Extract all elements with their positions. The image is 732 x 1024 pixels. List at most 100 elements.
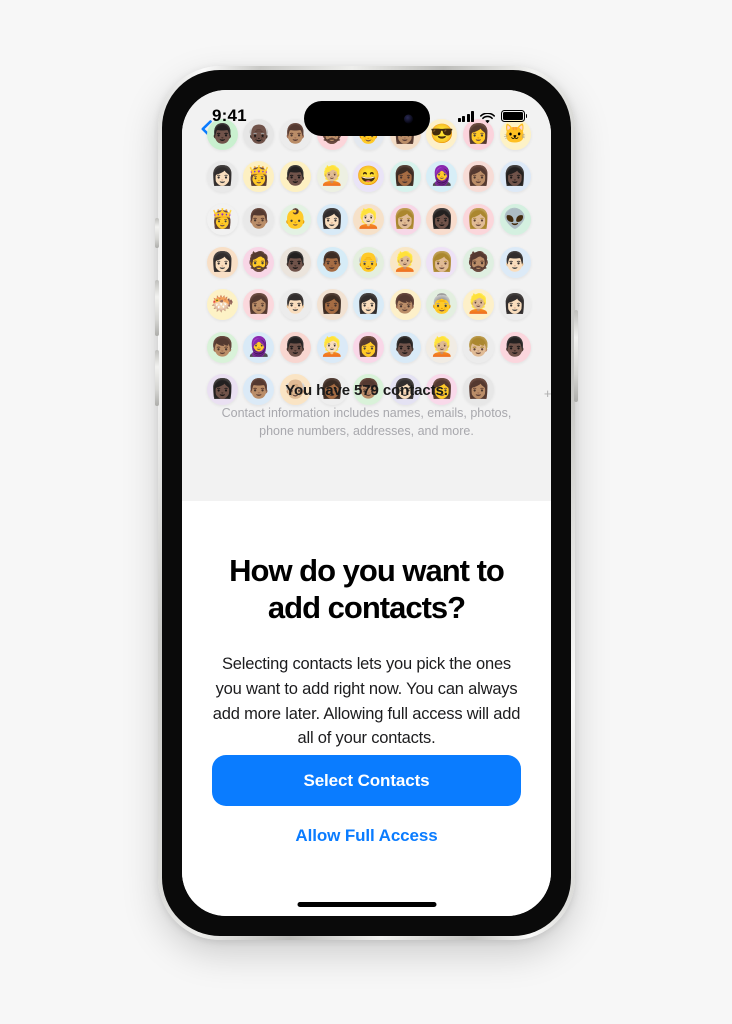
contact-avatar[interactable]: 👨🏿: [497, 329, 534, 366]
contact-avatar[interactable]: 👩🏿: [424, 201, 461, 238]
contact-avatar[interactable]: 👩🏾: [387, 159, 424, 196]
contact-avatar[interactable]: 👨🏾: [314, 244, 351, 281]
contact-avatar[interactable]: 👱🏼: [424, 329, 461, 366]
avatar: 👩🏾: [316, 289, 348, 321]
status-bar-time: 9:41: [212, 106, 247, 125]
avatar: 👦🏽: [389, 289, 421, 321]
cellular-bars-icon: [457, 111, 474, 122]
contact-avatar[interactable]: 👩🏿: [497, 159, 534, 196]
contact-avatar[interactable]: 🧕: [241, 329, 278, 366]
contact-avatar[interactable]: 👨🏽: [241, 201, 278, 238]
select-contacts-button[interactable]: Select Contacts: [212, 755, 521, 806]
contact-avatar[interactable]: 👨🏿: [277, 159, 314, 196]
avatar: 🧕: [426, 161, 458, 193]
contact-avatar[interactable]: 👩🏾: [314, 286, 351, 323]
avatar: 🧕: [243, 331, 275, 363]
iphone-device-frame: 9:41 👨🏿 👴🏿 👨🏽 😎 👩 🐱 👩🏻 👸 👨🏿 👱🏼 😄 👩🏾 🧕 👩🏽…: [155, 66, 578, 940]
contact-avatar[interactable]: 👱🏼: [314, 159, 351, 196]
contact-avatar[interactable]: 👱🏻: [314, 329, 351, 366]
contact-avatar[interactable]: 👨🏻: [497, 244, 534, 281]
contact-avatar[interactable]: 👱🏼: [460, 286, 497, 323]
contacts-info-subtitle: Contact information includes names, emai…: [221, 406, 512, 439]
contact-avatar[interactable]: 👩🏽: [241, 286, 278, 323]
contact-avatar[interactable]: 👩🏻: [350, 286, 387, 323]
contact-avatar[interactable]: 👽: [497, 201, 534, 238]
contact-avatar[interactable]: 👦🏼: [460, 329, 497, 366]
avatar: 👱🏻: [353, 203, 385, 235]
avatar: 👩🏽: [243, 289, 275, 321]
avatar: 👨🏾: [316, 246, 348, 278]
avatar: 👱🏼: [316, 161, 348, 193]
contact-avatar[interactable]: 👩🏻: [204, 159, 241, 196]
avatar: 👩: [353, 331, 385, 363]
contact-avatar[interactable]: 🧔: [241, 244, 278, 281]
contact-avatar[interactable]: 👱🏻: [350, 201, 387, 238]
avatar: 👱🏼: [426, 331, 458, 363]
avatar: 😄: [353, 161, 385, 193]
wifi-icon: [480, 111, 495, 124]
avatar: 🐡: [206, 289, 238, 321]
contact-avatar[interactable]: 👴: [350, 244, 387, 281]
contact-avatar[interactable]: 😄: [350, 159, 387, 196]
contact-avatar[interactable]: 👩🏻: [314, 201, 351, 238]
avatar: 👩🏽: [462, 161, 494, 193]
avatar: 🧔🏽: [462, 246, 494, 278]
avatar: 👴: [353, 246, 385, 278]
volume-down-button[interactable]: [155, 350, 159, 406]
contact-avatar[interactable]: 👶: [277, 201, 314, 238]
contact-avatar[interactable]: 👱🏼: [387, 244, 424, 281]
avatar: 👨🏻: [499, 246, 531, 278]
status-bar: 9:41: [182, 90, 551, 144]
contact-avatar[interactable]: 👩🏼: [387, 201, 424, 238]
avatar: 👩🏻: [499, 289, 531, 321]
contacts-caption: You have 579 contacts. Contact informati…: [182, 382, 551, 440]
volume-up-button[interactable]: [155, 280, 159, 336]
contact-avatar[interactable]: 👩: [350, 329, 387, 366]
contact-avatar[interactable]: 👦🏽: [204, 329, 241, 366]
contact-avatar[interactable]: 👨🏿: [277, 244, 314, 281]
contact-avatar[interactable]: 👩🏽: [460, 159, 497, 196]
contact-avatar[interactable]: 👨🏿: [387, 329, 424, 366]
action-button[interactable]: [155, 218, 159, 248]
avatar: 👩🏼: [426, 246, 458, 278]
action-buttons: Select Contacts Allow Full Access: [182, 755, 551, 846]
contact-avatar[interactable]: 👩🏻: [497, 286, 534, 323]
avatar: 👸: [206, 203, 238, 235]
screenshot-root: 9:41 👨🏿 👴🏿 👨🏽 😎 👩 🐱 👩🏻 👸 👨🏿 👱🏼 😄 👩🏾 🧕 👩🏽…: [0, 0, 732, 1024]
avatar: 👩🏾: [389, 161, 421, 193]
contact-avatar[interactable]: 👵: [424, 286, 461, 323]
page-title: How do you want to add contacts?: [229, 553, 505, 625]
contact-avatar[interactable]: 👩🏻: [204, 244, 241, 281]
avatar: 👨🏿: [279, 246, 311, 278]
permission-content: How do you want to add contacts? Selecti…: [182, 501, 551, 916]
avatar: 👨🏿: [279, 161, 311, 193]
page-description: Selecting contacts lets you pick the one…: [212, 655, 521, 748]
avatar: 👱🏼: [462, 289, 494, 321]
contacts-avatar-grid-wrapper: 👨🏿👴🏿👨🏽🧔🏽👵👩🏽😎👩🐱👩🏻👸👨🏿👱🏼😄👩🏾🧕👩🏽👩🏿👸👨🏽👶👩🏻👱🏻👩🏼👩…: [204, 116, 551, 408]
front-camera-icon: [403, 114, 413, 123]
contact-avatar[interactable]: 👨🏻: [277, 286, 314, 323]
battery-full-icon: [501, 110, 528, 122]
contact-avatar[interactable]: 👸: [241, 159, 278, 196]
contact-avatar[interactable]: 🧔🏽: [460, 244, 497, 281]
allow-full-access-button[interactable]: Allow Full Access: [212, 826, 521, 846]
contact-avatar[interactable]: 🐡: [204, 286, 241, 323]
contact-avatar[interactable]: 👦🏽: [387, 286, 424, 323]
avatar: 👩🏻: [353, 289, 385, 321]
avatar: 👱🏼: [389, 246, 421, 278]
avatar: 👽: [499, 203, 531, 235]
avatar: 👱🏻: [316, 331, 348, 363]
contact-avatar[interactable]: 👩🏼: [424, 244, 461, 281]
avatar: 👩🏿: [499, 161, 531, 193]
avatar: 👦🏽: [206, 331, 238, 363]
avatar: 🧔: [243, 246, 275, 278]
contacts-preview-panel: 👨🏿👴🏿👨🏽🧔🏽👵👩🏽😎👩🐱👩🏻👸👨🏿👱🏼😄👩🏾🧕👩🏽👩🏿👸👨🏽👶👩🏻👱🏻👩🏼👩…: [182, 90, 551, 501]
contact-avatar[interactable]: 🧕: [424, 159, 461, 196]
contact-avatar[interactable]: 👨🏿: [277, 329, 314, 366]
home-indicator[interactable]: [297, 902, 436, 907]
avatar: 👨🏽: [243, 203, 275, 235]
contact-avatar[interactable]: 👸: [204, 201, 241, 238]
contact-avatar[interactable]: 👩🏼: [460, 201, 497, 238]
power-button[interactable]: [574, 310, 578, 402]
contacts-count-title: You have 579 contacts.: [285, 382, 448, 399]
